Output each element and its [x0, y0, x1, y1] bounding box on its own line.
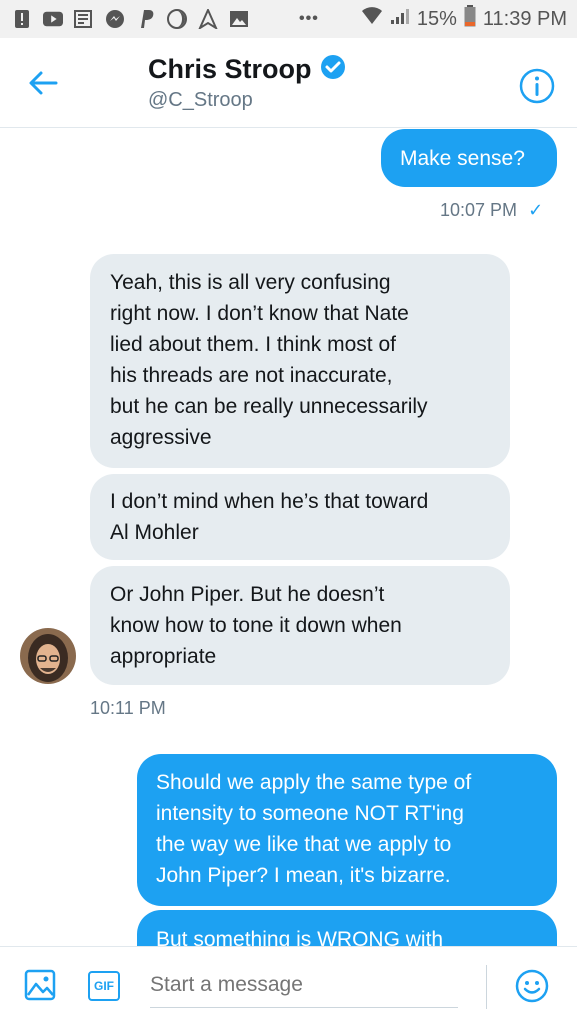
- sent-check-icon: ✓: [528, 200, 544, 220]
- message-line: John Piper? I mean, it's bizarre.: [156, 864, 451, 887]
- contact-handle: @C_Stroop: [148, 89, 253, 111]
- direction-icon: [198, 9, 218, 29]
- verified-badge-icon: [320, 54, 346, 85]
- input-underline: [150, 1007, 458, 1008]
- avatar[interactable]: [20, 628, 76, 684]
- image-icon: [229, 9, 249, 29]
- timestamp-text: 10:11 PM: [90, 698, 166, 718]
- message-line: aggressive: [110, 426, 212, 449]
- message-input[interactable]: [150, 965, 460, 1005]
- incoming-message-bubble[interactable]: Yeah, this is all very confusing right n…: [90, 254, 510, 468]
- gif-label: GIF: [94, 979, 114, 993]
- message-line: intensity to someone NOT RT'ing: [156, 802, 464, 825]
- incoming-message-bubble[interactable]: I don’t mind when he’s that toward Al Mo…: [90, 474, 510, 560]
- add-gif-button[interactable]: GIF: [88, 971, 120, 1001]
- message-line: right now. I don’t know that Nate: [110, 302, 409, 325]
- message-line: But something is WRONG with: [156, 928, 444, 946]
- timestamp-text: 10:07 PM: [440, 200, 518, 220]
- messenger-icon: [105, 9, 125, 29]
- outgoing-message-bubble[interactable]: But something is WRONG with: [137, 910, 557, 946]
- add-photo-button[interactable]: [24, 969, 56, 1006]
- clock: 11:39 PM: [482, 7, 567, 30]
- info-button[interactable]: [519, 68, 555, 104]
- wifi-icon: [361, 7, 383, 31]
- avatar-image: [20, 628, 76, 684]
- message-line: Al Mohler: [110, 521, 199, 544]
- message-line: appropriate: [110, 645, 217, 668]
- status-bar: ••• 15% 11:39 PM: [0, 0, 577, 38]
- back-button[interactable]: [26, 66, 60, 100]
- message-line: Or John Piper. But he doesn’t: [110, 583, 385, 606]
- image-icon: [24, 969, 56, 1001]
- notification-icons: [12, 9, 249, 29]
- message-line: his threads are not inaccurate,: [110, 364, 393, 387]
- message-timestamp: 10:07 PM ✓: [440, 200, 543, 221]
- moon-icon: [167, 9, 187, 29]
- paypal-icon: [136, 9, 156, 29]
- info-icon: [519, 68, 555, 104]
- conversation-title[interactable]: Chris Stroop @C_Stroop: [148, 54, 346, 112]
- compose-bar: GIF: [0, 946, 577, 1024]
- message-line: I don’t mind when he’s that toward: [110, 490, 429, 513]
- news-icon: [74, 9, 94, 29]
- message-line: the way we like that we apply to: [156, 833, 452, 856]
- message-line: know how to tone it down when: [110, 614, 402, 637]
- youtube-icon: [43, 9, 63, 29]
- message-list[interactable]: Make sense? 10:07 PM ✓ Yeah, this is all…: [0, 129, 577, 946]
- battery-percent: 15%: [416, 7, 457, 30]
- contact-name: Chris Stroop: [148, 54, 312, 84]
- message-line: lied about them. I think most of: [110, 333, 396, 356]
- smiley-icon: [515, 969, 549, 1003]
- message-line: Yeah, this is all very confusing: [110, 271, 391, 294]
- overflow-indicator: •••: [299, 10, 319, 27]
- incoming-message-bubble[interactable]: Or John Piper. But he doesn’t know how t…: [90, 566, 510, 685]
- message-line: Should we apply the same type of: [156, 771, 472, 794]
- outgoing-message-bubble[interactable]: Should we apply the same type of intensi…: [137, 754, 557, 906]
- battery-icon: [464, 5, 476, 33]
- message-line: but he can be really unnecessarily: [110, 395, 428, 418]
- signal-icon: [390, 7, 410, 31]
- compose-divider: [486, 965, 487, 1009]
- back-arrow-icon: [29, 71, 58, 95]
- outgoing-message-bubble[interactable]: Make sense?: [381, 129, 557, 187]
- message-timestamp: 10:11 PM: [90, 698, 166, 719]
- alert-icon: [12, 9, 32, 29]
- conversation-header: Chris Stroop @C_Stroop: [0, 38, 577, 128]
- message-text: Make sense?: [400, 147, 525, 170]
- emoji-button[interactable]: [515, 969, 549, 1008]
